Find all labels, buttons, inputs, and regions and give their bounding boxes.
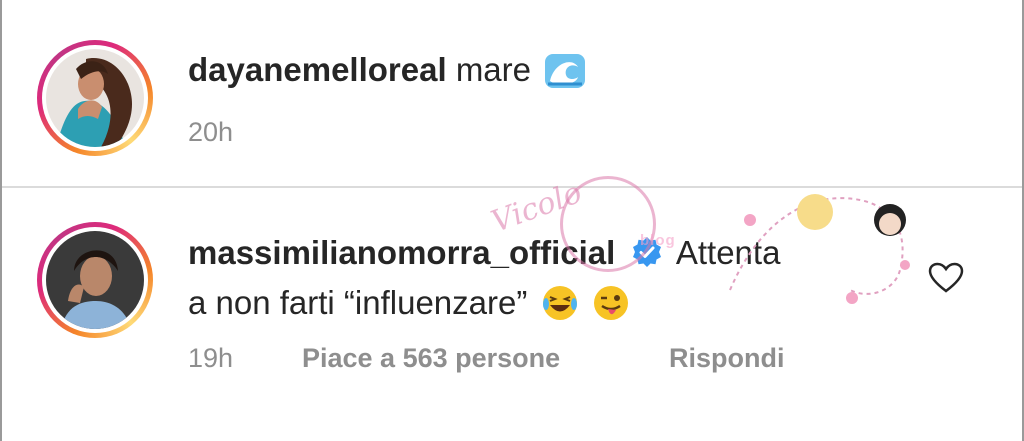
likes-count-link[interactable]: Piace a 563 persone xyxy=(302,343,560,374)
avatar-photo xyxy=(46,231,144,329)
comment-text-line-2: a non farti “influenzare” xyxy=(188,284,528,321)
comment-line-1: massimilianomorra_official Attenta xyxy=(188,233,780,277)
comment-timestamp: 19h xyxy=(188,343,234,373)
comment-author-avatar[interactable] xyxy=(37,222,153,338)
post-caption-line: dayanemelloreal mare xyxy=(188,50,586,98)
post-username[interactable]: dayanemelloreal xyxy=(188,51,447,88)
laughing-tears-emoji-icon xyxy=(541,284,579,331)
post-timestamp: 20h xyxy=(188,117,234,147)
comment-line-2: a non farti “influenzare” xyxy=(188,283,630,331)
watermark-subtext: blog xyxy=(640,232,676,249)
winking-tongue-emoji-icon xyxy=(592,284,630,331)
reply-button[interactable]: Rispondi xyxy=(669,343,785,374)
comment-username[interactable]: massimilianomorra_official xyxy=(188,234,615,271)
post-caption: mare xyxy=(455,51,531,88)
wave-emoji-icon xyxy=(544,53,586,98)
heart-icon[interactable] xyxy=(928,262,964,299)
watermark-decoration xyxy=(720,180,920,315)
post-author-avatar[interactable] xyxy=(37,40,153,156)
avatar-photo xyxy=(46,49,144,147)
